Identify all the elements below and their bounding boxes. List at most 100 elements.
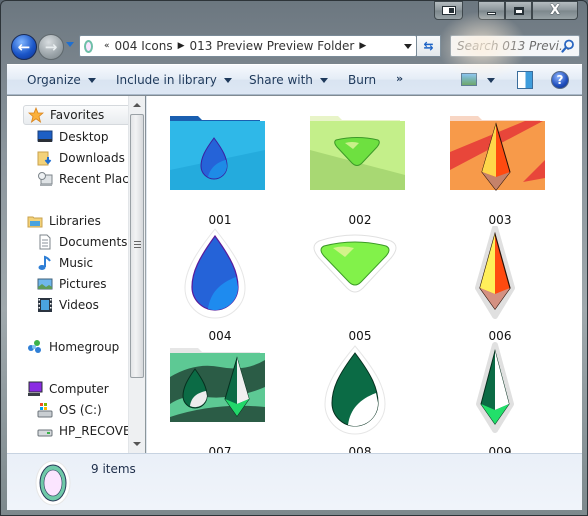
nav-music[interactable]: Music	[37, 253, 93, 273]
include-in-library-button[interactable]: Include in library	[116, 73, 232, 87]
nav-os-drive-label: OS (C:)	[59, 403, 102, 417]
nav-os-drive[interactable]: OS (C:)	[37, 400, 102, 420]
explorer-window: X ← → « 004 Icons ▶ 013 Preview Preview …	[0, 0, 588, 516]
orange-crystal-folder-icon	[450, 116, 545, 191]
close-button[interactable]: X	[532, 1, 578, 20]
file-list: 001 002 003 004 005 006 007 008 009	[146, 96, 582, 459]
search-icon[interactable]	[561, 39, 575, 53]
file-item[interactable]: 002	[295, 110, 405, 227]
nav-homegroup-label: Homegroup	[49, 340, 120, 354]
chevron-down-icon	[319, 77, 328, 83]
nav-videos-label: Videos	[59, 298, 99, 312]
libraries-icon	[27, 213, 43, 229]
breadcrumb-segment-current[interactable]: 013 Preview Preview Folder	[190, 39, 355, 53]
file-item[interactable]: 006	[435, 226, 545, 343]
view-options-dropdown[interactable]	[487, 78, 495, 83]
command-bar: Organize Include in library Share with B…	[7, 64, 582, 95]
nav-favorites-label: Favorites	[50, 108, 105, 122]
nav-computer[interactable]: Computer	[27, 379, 109, 399]
recent-places-icon	[37, 171, 53, 187]
computer-icon	[27, 381, 43, 397]
nav-videos[interactable]: Videos	[37, 295, 99, 315]
nav-pictures[interactable]: Pictures	[37, 274, 107, 294]
details-pane: 9 items	[7, 453, 582, 510]
orange-crystal-icon	[475, 226, 515, 319]
forward-button[interactable]: →	[38, 34, 64, 60]
recent-pages-dropdown[interactable]	[66, 42, 74, 47]
file-name: 002	[348, 213, 372, 227]
search-input[interactable]: Search 013 Previ...	[450, 35, 580, 57]
dark-green-folder-icon	[170, 348, 265, 422]
nav-pane-scrollbar[interactable]	[128, 96, 145, 453]
nav-recent-places[interactable]: Recent Place	[37, 169, 128, 189]
help-icon: ?	[556, 73, 564, 87]
nav-hp-recovery[interactable]: HP_RECOVER	[37, 421, 128, 441]
maximize-icon	[513, 6, 524, 15]
videos-icon	[37, 297, 53, 313]
snap-icon	[441, 6, 456, 15]
minimize-button[interactable]	[478, 1, 505, 20]
nav-favorites[interactable]: Favorites	[23, 105, 128, 125]
system-drive-icon	[37, 402, 53, 418]
breadcrumb-segment-004-icons[interactable]: 004 Icons	[115, 39, 173, 53]
file-item[interactable]: 008	[295, 342, 405, 459]
breadcrumb-separator-icon[interactable]: ▶	[359, 41, 366, 51]
file-item[interactable]: 009	[435, 342, 545, 459]
homegroup-icon	[27, 339, 43, 355]
more-commands-button[interactable]: »	[396, 72, 403, 85]
file-item[interactable]: 001	[155, 110, 265, 227]
file-name: 004	[208, 329, 232, 343]
nav-downloads-label: Downloads	[59, 151, 125, 165]
breadcrumb-separator-icon[interactable]: ▶	[178, 41, 185, 51]
refresh-button[interactable]: ⇆	[417, 35, 441, 57]
nav-documents[interactable]: Documents	[37, 232, 127, 252]
file-item[interactable]: 007	[155, 342, 265, 459]
file-item[interactable]: 003	[435, 110, 545, 227]
scroll-down-arrow-icon[interactable]	[133, 442, 141, 446]
preview-pane-icon[interactable]	[517, 71, 533, 89]
nav-music-label: Music	[59, 256, 94, 270]
folder-thumbnail-icon	[35, 460, 71, 506]
scroll-thumb[interactable]	[130, 114, 144, 378]
file-item[interactable]: 004	[155, 226, 265, 343]
help-button[interactable]: ?	[551, 71, 569, 89]
file-item[interactable]: 005	[295, 226, 405, 343]
file-name: 006	[488, 329, 512, 343]
address-history-dropdown[interactable]	[404, 44, 412, 49]
breadcrumb-overflow-icon[interactable]: «	[104, 41, 110, 51]
organize-label: Organize	[27, 73, 81, 87]
burn-button[interactable]: Burn	[348, 73, 376, 87]
pictures-icon	[37, 276, 53, 292]
maximize-button[interactable]	[505, 1, 532, 20]
search-placeholder: Search 013 Previ...	[457, 39, 571, 53]
change-view-icon[interactable]	[461, 73, 477, 86]
file-name: 001	[208, 213, 232, 227]
more-icon: »	[396, 72, 404, 85]
star-icon	[28, 107, 44, 123]
share-with-button[interactable]: Share with	[249, 73, 328, 87]
blue-drop-folder-icon	[170, 116, 265, 190]
music-icon	[37, 255, 53, 271]
dark-green-drop-icon	[324, 345, 386, 435]
nav-downloads[interactable]: Downloads	[37, 148, 125, 168]
nav-desktop-label: Desktop	[59, 130, 109, 144]
green-gem-icon	[313, 234, 397, 293]
file-name: 003	[488, 213, 512, 227]
nav-libraries[interactable]: Libraries	[27, 211, 101, 231]
nav-libraries-label: Libraries	[49, 214, 101, 228]
back-button[interactable]: ←	[11, 34, 37, 60]
nav-pictures-label: Pictures	[59, 277, 107, 291]
nav-homegroup[interactable]: Homegroup	[27, 337, 119, 357]
nav-desktop[interactable]: Desktop	[37, 127, 109, 147]
address-bar[interactable]: « 004 Icons ▶ 013 Preview Preview Folder…	[79, 35, 417, 57]
scroll-up-arrow-icon[interactable]	[133, 103, 141, 107]
item-count: 9 items	[91, 462, 136, 476]
refresh-icon: ⇆	[423, 39, 434, 53]
green-gem-folder-icon	[310, 116, 405, 190]
file-name: 005	[348, 329, 372, 343]
organize-button[interactable]: Organize	[27, 73, 96, 87]
chevron-down-icon	[223, 77, 232, 83]
navigation-pane: Favorites Desktop Downloads Recent Place…	[7, 96, 128, 453]
chevron-down-icon	[87, 77, 96, 83]
snap-button[interactable]	[434, 1, 463, 20]
